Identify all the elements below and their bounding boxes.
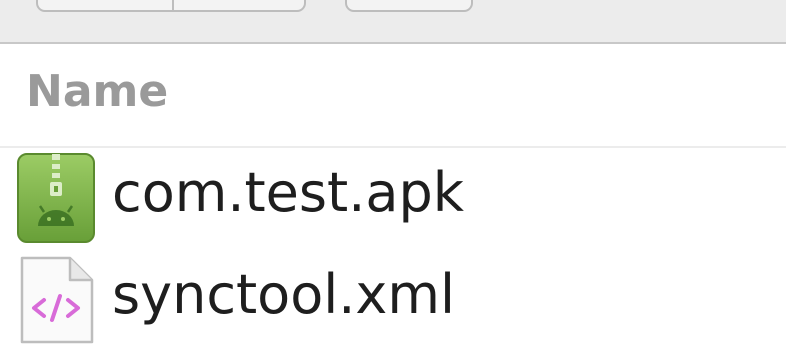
column-header-name[interactable]: Name [26, 66, 168, 118]
android-package-icon [16, 152, 98, 244]
toolbar-button[interactable] [345, 0, 473, 12]
column-header: Name [0, 44, 786, 148]
toolbar [0, 0, 786, 44]
toolbar-button-group[interactable] [36, 0, 306, 12]
xml-code-file-icon [16, 254, 98, 346]
file-manager-view: Name com.test.apk synctool.xml [0, 0, 786, 354]
file-row-xml[interactable]: synctool.xml [0, 252, 786, 348]
file-name: synctool.xml [112, 263, 455, 326]
file-name: com.test.apk [112, 161, 465, 224]
file-row-apk[interactable]: com.test.apk [0, 150, 786, 246]
toolbar-button-separator [172, 0, 174, 12]
